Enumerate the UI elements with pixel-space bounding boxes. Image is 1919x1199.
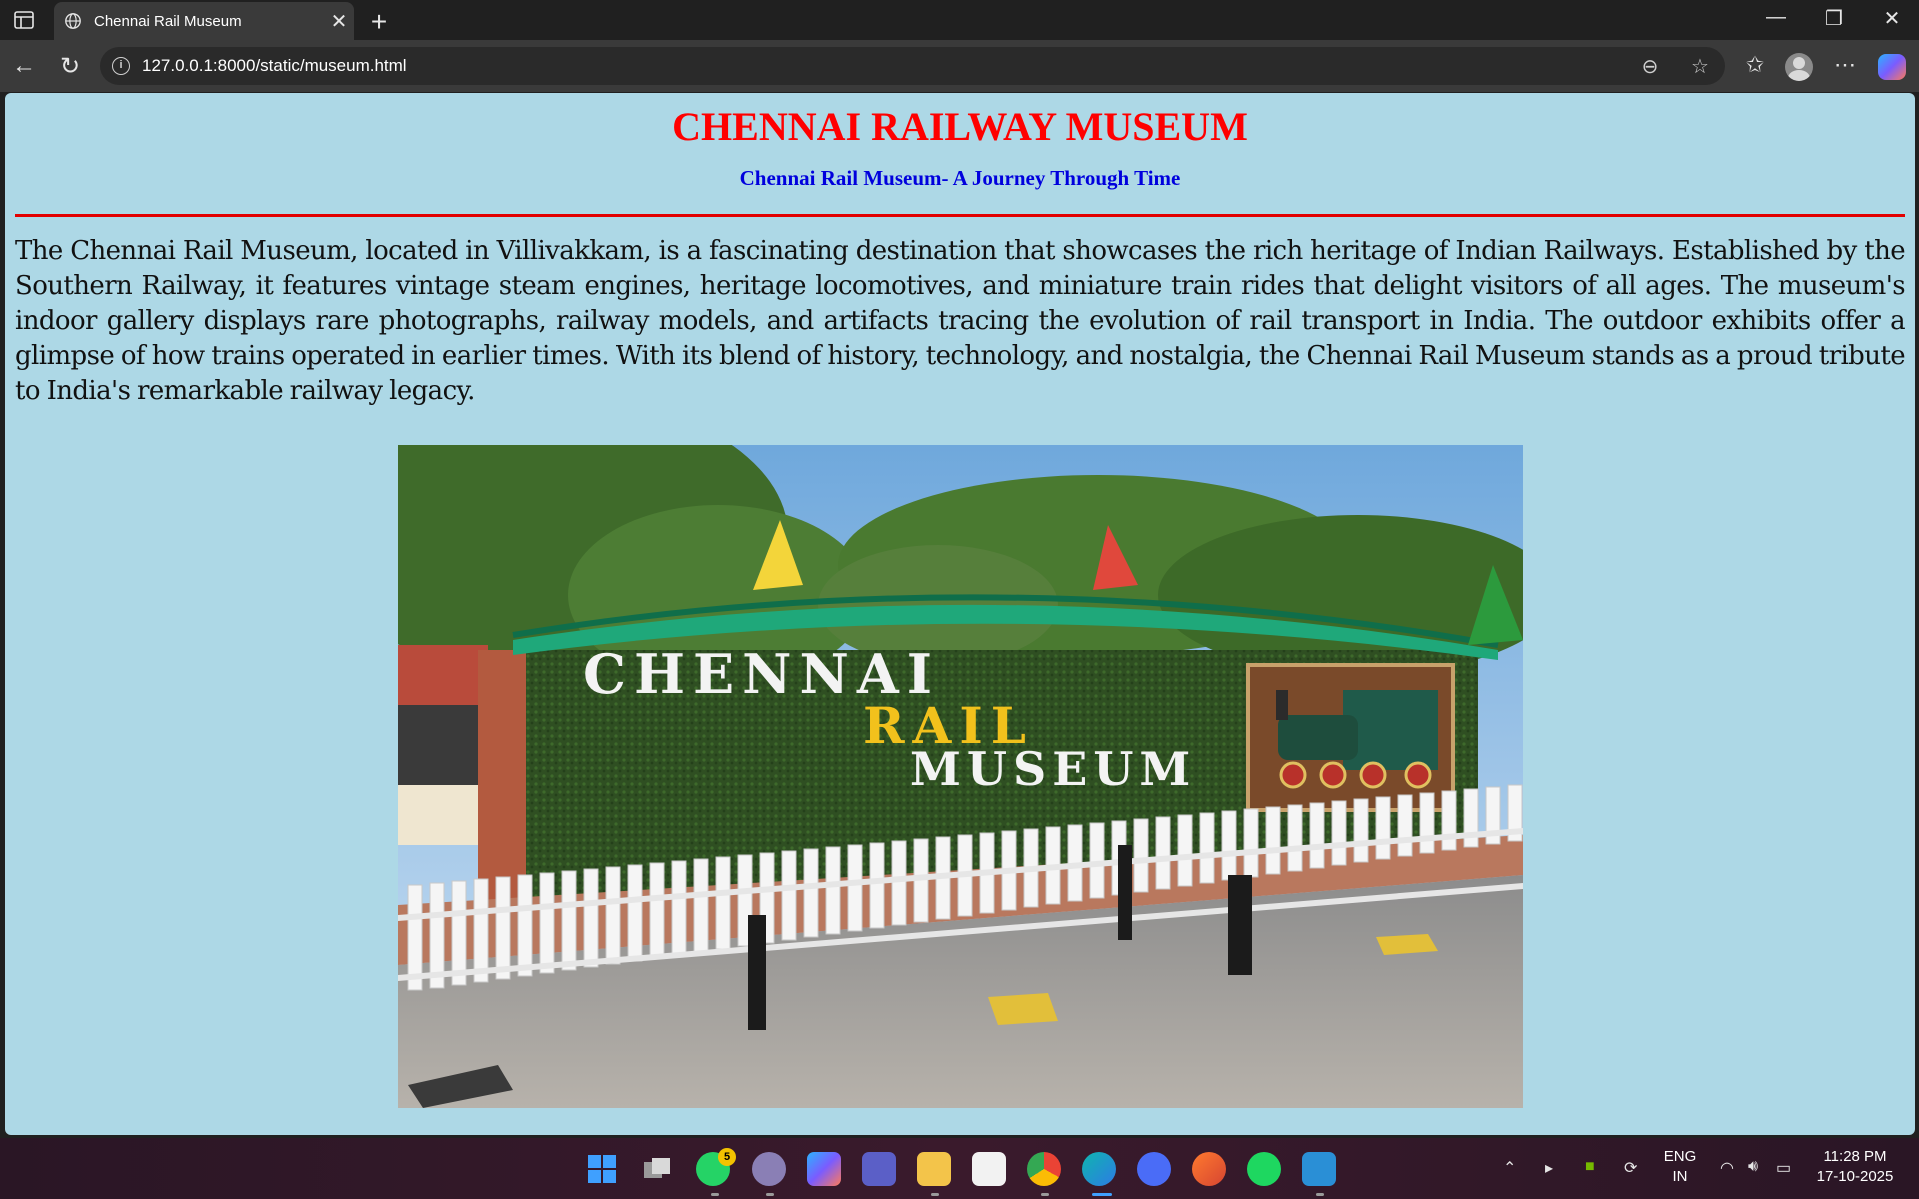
vscode-icon[interactable] — [1302, 1152, 1336, 1186]
cursor-app-icon[interactable]: ▸ — [1545, 1158, 1553, 1178]
back-button[interactable]: ← — [10, 52, 38, 80]
favorites-icon[interactable]: ✩ — [1739, 52, 1771, 78]
app-icon-a[interactable] — [1137, 1152, 1171, 1186]
clock-time: 11:28 PM — [1823, 1148, 1887, 1165]
address-bar[interactable]: i 127.0.0.1:8000/static/museum.html ⊖ ☆ — [100, 47, 1725, 85]
task-view-icon[interactable] — [640, 1152, 674, 1186]
divider — [15, 214, 1905, 217]
windows-taskbar: ⌃ ▸ ■ ⟳ ENG IN ◠ 🔊︎ ▭ 11:28 PM 17-10-202… — [0, 1138, 1919, 1199]
browser-title-bar: Chennai Rail Museum ✕ + — ❐ ✕ — [0, 0, 1919, 40]
restore-button[interactable]: ❐ — [1814, 6, 1854, 31]
nvidia-icon[interactable]: ■ — [1585, 1158, 1595, 1176]
app-icon-orange[interactable] — [1192, 1152, 1226, 1186]
page-viewport: CHENNAI RAILWAY MUSEUM Chennai Rail Muse… — [5, 93, 1915, 1135]
close-window-button[interactable]: ✕ — [1872, 6, 1912, 31]
url-text[interactable]: 127.0.0.1:8000/static/museum.html — [142, 56, 1625, 76]
running-indicator — [1316, 1193, 1324, 1196]
battery-icon[interactable]: ▭ — [1776, 1158, 1791, 1178]
copilot-icon[interactable] — [1878, 54, 1906, 80]
teams-icon[interactable] — [862, 1152, 896, 1186]
tab-actions-icon[interactable] — [12, 10, 36, 30]
profile-avatar[interactable] — [1785, 53, 1813, 81]
copilot-app-icon[interactable] — [807, 1152, 841, 1186]
region-code: IN — [1672, 1168, 1688, 1185]
new-tab-button[interactable]: + — [364, 6, 394, 38]
spotify-icon[interactable] — [1247, 1152, 1281, 1186]
minimize-button[interactable]: — — [1756, 6, 1796, 29]
sync-icon[interactable]: ⟳ — [1624, 1158, 1637, 1178]
site-info-icon[interactable]: i — [112, 57, 130, 75]
wifi-icon[interactable]: ◠ — [1720, 1158, 1734, 1178]
sign-text-museum: MUSEUM — [910, 742, 1196, 796]
museum-description: The Chennai Rail Museum, located in Vill… — [15, 236, 1906, 406]
museum-entrance-image: CHENNAI RAIL MUSEUM — [398, 445, 1523, 1108]
running-indicator — [766, 1193, 774, 1196]
running-indicator — [1041, 1193, 1049, 1196]
chrome-icon[interactable] — [1027, 1152, 1061, 1186]
active-app-indicator — [1092, 1193, 1112, 1196]
language-indicator[interactable]: ENG IN — [1660, 1147, 1700, 1187]
system-clock[interactable]: 11:28 PM 17-10-2025 — [1800, 1147, 1910, 1187]
reading-mode-icon[interactable]: ⊖ — [1625, 54, 1675, 79]
running-indicator — [931, 1193, 939, 1196]
start-menu-icon[interactable] — [585, 1152, 619, 1186]
tab-title: Chennai Rail Museum — [94, 12, 242, 30]
locomotive-relief — [1246, 663, 1455, 812]
refresh-button[interactable]: ↻ — [56, 52, 84, 81]
close-tab-icon[interactable]: ✕ — [324, 9, 354, 34]
running-indicator — [711, 1193, 719, 1196]
page-subtitle: Chennai Rail Museum- A Journey Through T… — [739, 166, 1181, 190]
file-explorer-icon[interactable] — [917, 1152, 951, 1186]
language-code: ENG — [1663, 1148, 1697, 1165]
more-options-icon[interactable]: ⋯ — [1829, 52, 1861, 78]
browser-tab[interactable]: Chennai Rail Museum ✕ — [54, 2, 354, 40]
museum-photo: CHENNAI RAIL MUSEUM — [398, 445, 1523, 1108]
edge-icon[interactable] — [1082, 1152, 1116, 1186]
app-icon-swirl[interactable] — [752, 1152, 786, 1186]
show-hidden-icons-icon[interactable]: ⌃ — [1503, 1158, 1516, 1178]
globe-icon — [65, 13, 81, 29]
volume-icon[interactable]: 🔊︎ — [1748, 1158, 1758, 1176]
favorite-star-icon[interactable]: ☆ — [1675, 54, 1725, 79]
page-title: CHENNAI RAILWAY MUSEUM — [672, 104, 1248, 149]
page-body: CHENNAI RAILWAY MUSEUM Chennai Rail Muse… — [5, 93, 1915, 409]
browser-toolbar: ← ↻ i 127.0.0.1:8000/static/museum.html … — [0, 40, 1919, 92]
microsoft-store-icon[interactable] — [972, 1152, 1006, 1186]
clock-date: 17-10-2025 — [1816, 1168, 1894, 1185]
whatsapp-notification-badge: 5 — [718, 1148, 736, 1166]
